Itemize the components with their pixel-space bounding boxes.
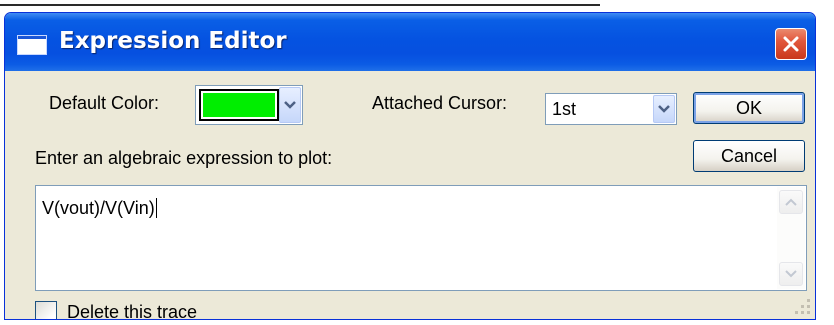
background-line xyxy=(0,4,600,6)
close-button[interactable] xyxy=(775,28,807,60)
expression-prompt-label: Enter an algebraic expression to plot: xyxy=(35,148,333,168)
chevron-down-icon xyxy=(658,105,670,113)
delete-trace-checkbox[interactable] xyxy=(35,301,57,319)
attached-cursor-dropdown[interactable]: 1st xyxy=(545,93,677,125)
color-swatch xyxy=(199,89,279,121)
chevron-down-icon xyxy=(284,101,296,109)
text-caret xyxy=(155,198,157,218)
expression-value: V(vout)/V(Vin) xyxy=(42,198,155,218)
default-color-dropdown[interactable] xyxy=(195,85,303,125)
expression-input[interactable]: V(vout)/V(Vin) xyxy=(35,185,807,291)
ok-button[interactable]: OK xyxy=(693,92,805,124)
scroll-up-icon xyxy=(785,198,797,206)
scroll-down-button[interactable] xyxy=(779,262,803,286)
attached-cursor-value: 1st xyxy=(552,99,577,119)
delete-trace-label[interactable]: Delete this trace xyxy=(67,302,197,319)
default-color-label: Default Color: xyxy=(49,93,160,113)
attached-cursor-dropdown-button[interactable] xyxy=(653,95,675,123)
title-bar[interactable]: Expression Editor xyxy=(5,13,815,71)
expression-editor-dialog: Expression Editor Default Color: Attache… xyxy=(4,12,816,320)
scroll-up-button[interactable] xyxy=(779,190,803,214)
resize-grip-icon[interactable] xyxy=(795,299,811,315)
cancel-button[interactable]: Cancel xyxy=(693,140,805,172)
expression-scrollbar[interactable] xyxy=(777,187,805,289)
default-color-dropdown-button[interactable] xyxy=(279,87,301,123)
background-strip xyxy=(0,0,834,10)
attached-cursor-label: Attached Cursor: xyxy=(372,93,508,113)
window-title: Expression Editor xyxy=(59,28,287,54)
scroll-down-icon xyxy=(785,270,797,278)
expression-text: V(vout)/V(Vin) xyxy=(42,198,157,219)
window-icon xyxy=(17,35,47,55)
close-icon xyxy=(783,36,799,52)
color-swatch-fill xyxy=(203,93,275,117)
